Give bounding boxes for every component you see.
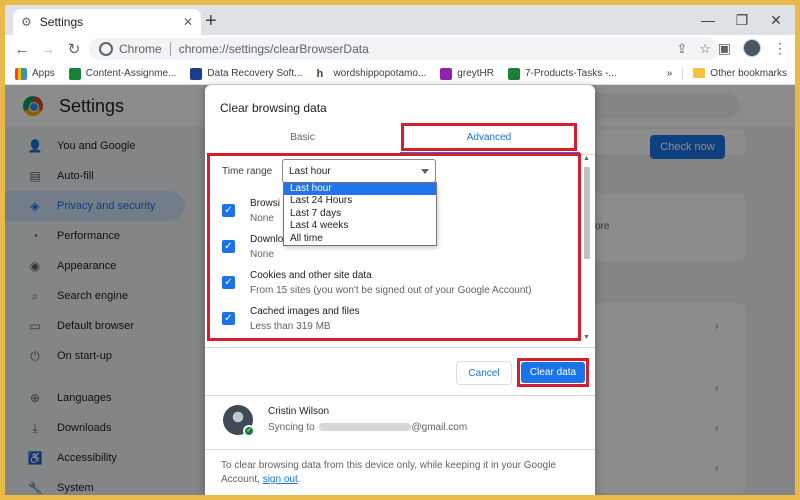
profile-avatar[interactable] bbox=[743, 39, 761, 57]
scroll-thumb[interactable] bbox=[584, 167, 590, 259]
tab-basic[interactable]: Basic bbox=[205, 123, 400, 151]
divider bbox=[205, 449, 595, 450]
option-last-4-weeks[interactable]: Last 4 weeks bbox=[284, 220, 436, 232]
dialog-scrollbar[interactable]: ▲ ▼ bbox=[582, 155, 592, 341]
toolbar: ← → ↻ Chrome chrome://settings/clearBrow… bbox=[5, 35, 795, 63]
option-detail: From 15 sites (you won't be signed out o… bbox=[250, 285, 532, 296]
cancel-button[interactable]: Cancel bbox=[456, 361, 512, 385]
site-chip[interactable]: Chrome bbox=[99, 42, 162, 56]
bookmark-label: greytHR bbox=[457, 68, 494, 79]
scroll-down-icon[interactable]: ▼ bbox=[583, 334, 590, 341]
bookmarks-divider bbox=[682, 67, 684, 79]
tab-title: Settings bbox=[39, 15, 84, 29]
address-bar[interactable]: Chrome chrome://settings/clearBrowserDat… bbox=[89, 38, 719, 60]
maximize-button[interactable]: ❐ bbox=[725, 5, 759, 35]
checkbox-checked-icon[interactable]: ✓ bbox=[222, 312, 235, 325]
time-range-value: Last hour bbox=[289, 165, 331, 177]
sync-prefix: Syncing to bbox=[268, 422, 315, 433]
h-favicon-icon: h bbox=[316, 67, 329, 80]
side-panel-icon[interactable]: ▣ bbox=[718, 40, 731, 57]
option-last-24-hours[interactable]: Last 24 Hours bbox=[284, 195, 436, 207]
browser-window: ⚙ Settings ✕ + — ❐ ✕ ← → ↻ Chrome chrome… bbox=[5, 5, 795, 495]
option-cached-files[interactable]: ✓ Cached images and files Less than 319 … bbox=[222, 306, 572, 338]
sheets-icon bbox=[68, 67, 81, 80]
dropdown-arrow-icon bbox=[421, 169, 429, 174]
bookmark-data-recovery[interactable]: Data Recovery Soft... bbox=[190, 67, 303, 80]
chrome-icon bbox=[99, 42, 113, 56]
option-label: Browsi bbox=[250, 198, 281, 209]
new-tab-button[interactable]: + bbox=[205, 9, 217, 33]
site-chip-label: Chrome bbox=[119, 42, 162, 56]
bookmark-label: wordshippopotamo... bbox=[333, 68, 427, 79]
option-cookies[interactable]: ✓ Cookies and other site data From 15 si… bbox=[222, 270, 572, 302]
forward-icon[interactable]: → bbox=[35, 41, 61, 58]
option-detail: None bbox=[250, 249, 274, 260]
close-window-button[interactable]: ✕ bbox=[759, 5, 793, 35]
tab-advanced[interactable]: Advanced bbox=[401, 123, 577, 151]
sheets-icon bbox=[507, 67, 520, 80]
bookmark-greythr[interactable]: greytHR bbox=[440, 67, 494, 80]
time-range-label: Time range bbox=[222, 166, 273, 177]
sync-check-icon: ✓ bbox=[243, 425, 255, 437]
option-detail: Less than 319 MB bbox=[250, 321, 331, 332]
gear-icon: ⚙ bbox=[21, 15, 32, 29]
bookmark-products-tasks[interactable]: 7-Products-Tasks -... bbox=[507, 67, 617, 80]
option-label: Cached images and files bbox=[250, 306, 360, 317]
greythr-icon bbox=[440, 67, 453, 80]
note-end: . bbox=[297, 474, 301, 485]
option-detail: None bbox=[250, 213, 274, 224]
sign-out-note: To clear browsing data from this device … bbox=[221, 459, 581, 487]
checkbox-checked-icon[interactable]: ✓ bbox=[222, 276, 235, 289]
sync-profile: ✓ Cristin Wilson Syncing to @gmail.com bbox=[223, 403, 583, 439]
minimize-button[interactable]: — bbox=[691, 5, 725, 35]
site-favicon-icon bbox=[190, 67, 203, 80]
close-tab-icon[interactable]: ✕ bbox=[183, 15, 193, 29]
option-last-hour[interactable]: Last hour bbox=[284, 183, 436, 196]
option-last-7-days[interactable]: Last 7 days bbox=[284, 208, 436, 220]
share-icon[interactable]: ⇪ bbox=[676, 41, 687, 57]
sync-email-domain: @gmail.com bbox=[411, 422, 468, 433]
clear-data-button[interactable]: Clear data bbox=[521, 362, 585, 383]
tab-settings[interactable]: ⚙ Settings ✕ bbox=[13, 9, 201, 35]
bookmark-label: Apps bbox=[32, 68, 55, 79]
scroll-up-icon[interactable]: ▲ bbox=[583, 155, 590, 162]
bookmark-content-assignment[interactable]: Content-Assignme... bbox=[68, 67, 177, 80]
bookmarks-overflow-icon[interactable]: » bbox=[667, 68, 673, 79]
menu-icon[interactable]: ⋮ bbox=[773, 40, 787, 57]
bookmark-label: Content-Assignme... bbox=[85, 68, 177, 79]
bookmark-label: 7-Products-Tasks -... bbox=[524, 68, 617, 79]
url-text[interactable]: chrome://settings/clearBrowserData bbox=[179, 42, 369, 56]
folder-icon bbox=[693, 68, 706, 78]
bookmark-label: Data Recovery Soft... bbox=[207, 68, 303, 79]
bookmark-wordshippopotamus[interactable]: h wordshippopotamo... bbox=[316, 67, 427, 80]
apps-grid-icon bbox=[15, 67, 27, 80]
tab-strip: ⚙ Settings ✕ + — ❐ ✕ bbox=[5, 5, 795, 35]
option-label: Downlo bbox=[250, 234, 284, 245]
divider bbox=[205, 395, 595, 396]
redacted-email bbox=[319, 423, 412, 432]
time-range-dropdown: Last hour Last 24 Hours Last 7 days Last… bbox=[283, 182, 437, 246]
sign-out-link[interactable]: sign out bbox=[263, 474, 298, 485]
star-icon[interactable]: ☆ bbox=[699, 41, 711, 57]
omnibox-divider bbox=[169, 42, 171, 56]
checkbox-checked-icon[interactable]: ✓ bbox=[222, 204, 235, 217]
dialog-title: Clear browsing data bbox=[220, 101, 327, 115]
option-label: Cookies and other site data bbox=[250, 270, 372, 281]
divider bbox=[205, 347, 595, 348]
other-bookmarks[interactable]: Other bookmarks bbox=[693, 68, 787, 79]
checkbox-checked-icon[interactable]: ✓ bbox=[222, 240, 235, 253]
reload-icon[interactable]: ↻ bbox=[61, 40, 87, 58]
sync-status: Syncing to @gmail.com bbox=[268, 422, 467, 433]
other-bookmarks-label: Other bookmarks bbox=[710, 67, 787, 79]
profile-name: Cristin Wilson bbox=[268, 406, 330, 417]
bookmarks-bar: Apps Content-Assignme... Data Recovery S… bbox=[5, 63, 795, 85]
clear-data-highlight: Clear data bbox=[517, 358, 589, 387]
time-range-select[interactable]: Last hour bbox=[282, 159, 436, 183]
back-icon[interactable]: ← bbox=[9, 41, 35, 58]
option-all-time[interactable]: All time bbox=[284, 233, 436, 245]
bookmark-apps[interactable]: Apps bbox=[15, 67, 55, 80]
clear-browsing-data-dialog: Clear browsing data Basic Advanced Time … bbox=[205, 85, 595, 495]
